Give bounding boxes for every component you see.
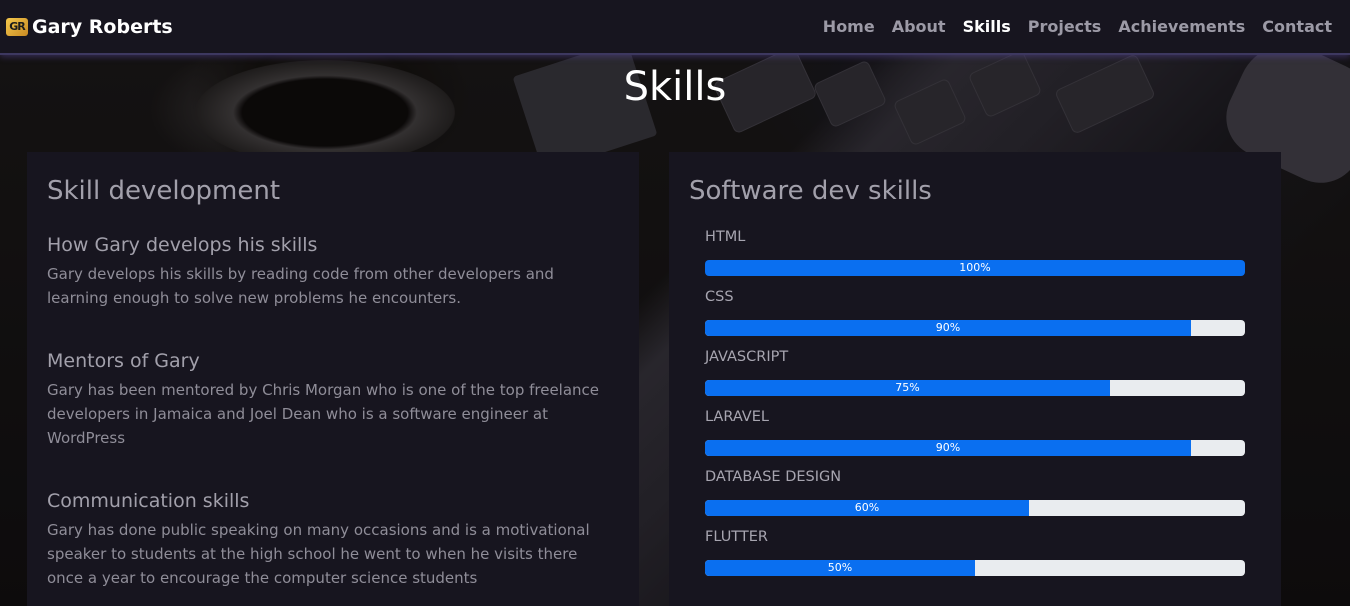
nav-item-skills[interactable]: Skills bbox=[963, 17, 1011, 36]
skill-name: HTML bbox=[705, 229, 746, 245]
skill-item: CSS 90% bbox=[705, 288, 1261, 348]
topic-text: Gary has done public speaking on many oc… bbox=[47, 521, 590, 587]
skill-name: CSS bbox=[705, 289, 734, 305]
skill-progress-bar: 50% bbox=[705, 560, 1245, 576]
brand-name[interactable]: Gary Roberts bbox=[32, 16, 173, 38]
card-heading: Skill development bbox=[47, 176, 281, 206]
skill-item: DATABASE DESIGN 60% bbox=[705, 468, 1261, 528]
skill-progress-bar: 90% bbox=[705, 440, 1245, 456]
skill-progress-bar: 100% bbox=[705, 260, 1245, 276]
nav-item-achievements[interactable]: Achievements bbox=[1118, 17, 1245, 36]
skill-item: JAVASCRIPT 75% bbox=[705, 348, 1261, 408]
skill-item: HTML 100% bbox=[705, 228, 1261, 288]
skill-item: LARAVEL 90% bbox=[705, 408, 1261, 468]
skill-name: LARAVEL bbox=[705, 409, 769, 425]
skill-progress-fill: 60% bbox=[705, 500, 1029, 516]
skill-progress-bar: 90% bbox=[705, 320, 1245, 336]
software-dev-skills-card: Software dev skills HTML 100% CSS 90% JA… bbox=[669, 152, 1281, 606]
skill-progress-fill: 75% bbox=[705, 380, 1110, 396]
skill-item: FLUTTER 50% bbox=[705, 528, 1261, 588]
brand-logo-icon: GR bbox=[6, 17, 28, 36]
navbar: GR Gary Roberts Home About Skills Projec… bbox=[0, 0, 1350, 55]
skill-progress-bar: 75% bbox=[705, 380, 1245, 396]
skill-progress-fill: 90% bbox=[705, 440, 1191, 456]
skill-progress-bar: 60% bbox=[705, 500, 1245, 516]
card-heading: Software dev skills bbox=[689, 176, 932, 206]
nav-item-contact[interactable]: Contact bbox=[1262, 17, 1332, 36]
topic-title: How Gary develops his skills bbox=[47, 234, 318, 256]
nav-item-home[interactable]: Home bbox=[823, 17, 875, 36]
nav-item-about[interactable]: About bbox=[892, 17, 946, 36]
skill-name: JAVASCRIPT bbox=[705, 349, 789, 365]
topic-title: Mentors of Gary bbox=[47, 350, 200, 372]
topic-text: Gary develops his skills by reading code… bbox=[47, 265, 554, 307]
topic-item: Communication skills Gary has done publi… bbox=[47, 490, 619, 590]
skill-name: FLUTTER bbox=[705, 529, 769, 545]
nav-menu: Home About Skills Projects Achievements … bbox=[823, 17, 1332, 36]
topic-item: Mentors of Gary Gary has been mentored b… bbox=[47, 350, 619, 450]
skill-development-card: Skill development How Gary develops his … bbox=[27, 152, 639, 606]
topic-item: How Gary develops his skills Gary develo… bbox=[47, 234, 619, 310]
skill-name: DATABASE DESIGN bbox=[705, 469, 842, 485]
topic-text: Gary has been mentored by Chris Morgan w… bbox=[47, 381, 600, 447]
skill-progress-fill: 50% bbox=[705, 560, 975, 576]
page-title: Skills bbox=[623, 64, 727, 110]
nav-item-projects[interactable]: Projects bbox=[1028, 17, 1102, 36]
topic-title: Communication skills bbox=[47, 490, 250, 512]
skill-progress-fill: 90% bbox=[705, 320, 1191, 336]
skills-list: HTML 100% CSS 90% JAVASCRIPT 75% LARAVEL… bbox=[689, 228, 1261, 588]
skill-progress-fill: 100% bbox=[705, 260, 1245, 276]
brand[interactable]: GR Gary Roberts bbox=[6, 16, 173, 38]
